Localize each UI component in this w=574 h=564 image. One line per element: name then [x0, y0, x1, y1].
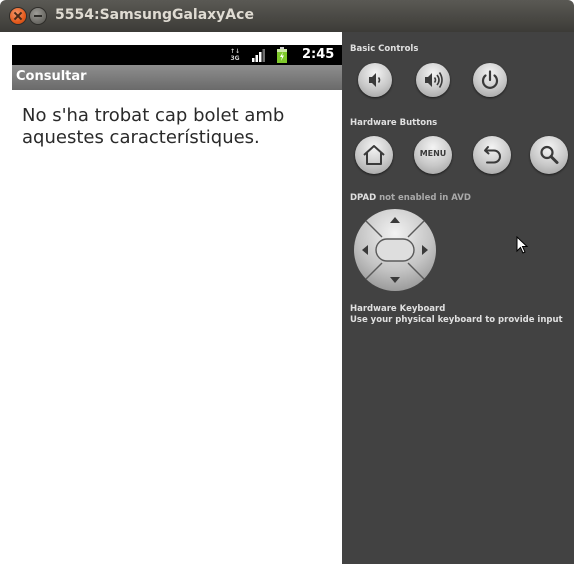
- volume-down-icon: [369, 73, 381, 87]
- status-time: 2:45: [302, 47, 335, 62]
- dpad-label: DPAD: [350, 193, 377, 203]
- menu-icon: MENU: [419, 149, 447, 158]
- basic-controls-label: Basic Controls: [350, 44, 419, 54]
- home-icon: [363, 145, 385, 165]
- power-icon: [481, 70, 499, 89]
- window-title: 5554:SamsungGalaxyAce: [55, 7, 254, 23]
- dpad-icon: [354, 209, 436, 291]
- volume-up-button[interactable]: [416, 63, 450, 97]
- emulator-control-panel: Basic Controls Hardware Buttons MENU DPA…: [342, 32, 574, 564]
- minimize-window-button[interactable]: [30, 8, 46, 24]
- hardware-keyboard-hint: Use your physical keyboard to provide in…: [350, 315, 563, 325]
- hardware-buttons-label: Hardware Buttons: [350, 118, 438, 128]
- mouse-cursor-icon: [516, 236, 529, 254]
- menu-button[interactable]: MENU: [414, 136, 452, 174]
- home-button[interactable]: [355, 136, 393, 174]
- power-button[interactable]: [473, 63, 507, 97]
- app-title-bar: Consultar: [12, 65, 342, 90]
- no-results-message: No s'ha trobat cap bolet amb aquestes ca…: [22, 105, 285, 148]
- hardware-keyboard-label: Hardware Keyboard: [350, 304, 446, 314]
- dpad-control[interactable]: [353, 208, 437, 292]
- search-icon: [540, 145, 559, 164]
- network-type-label: 3G: [230, 55, 240, 62]
- app-title: Consultar: [16, 69, 87, 84]
- dpad-disabled-note: not enabled in AVD: [376, 193, 471, 203]
- volume-down-button[interactable]: [358, 63, 392, 97]
- close-window-button[interactable]: [10, 8, 26, 24]
- back-button[interactable]: [473, 136, 511, 174]
- window-titlebar[interactable]: 5554:SamsungGalaxyAce: [0, 0, 574, 32]
- back-icon: [484, 146, 501, 164]
- device-screen[interactable]: ↑↓ 3G 2:45 Consultar No s'ha trobat cap …: [12, 45, 342, 564]
- signal-strength-icon: [252, 49, 265, 62]
- volume-up-icon: [425, 72, 443, 88]
- battery-icon: [277, 47, 287, 63]
- status-bar: ↑↓ 3G 2:45: [12, 45, 342, 65]
- search-button[interactable]: [530, 136, 568, 174]
- data-arrows-label: ↑↓: [230, 48, 241, 55]
- dpad-status-label: DPAD not enabled in AVD: [350, 193, 471, 203]
- data-indicator-icon: ↑↓ 3G: [230, 48, 240, 62]
- emulator-window: 5554:SamsungGalaxyAce ↑↓ 3G 2:45 Consult…: [0, 0, 574, 564]
